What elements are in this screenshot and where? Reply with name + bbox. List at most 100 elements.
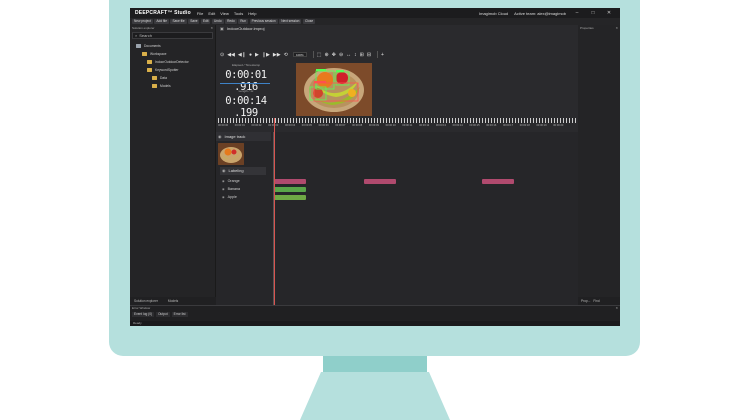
orange-label-segment[interactable] [364, 179, 396, 184]
stop-icon[interactable]: ● [249, 52, 252, 58]
panel-header: Properties ✕ [578, 25, 620, 31]
search-icon: ⌕ [135, 33, 138, 38]
file-tab-label: IndoorOutdoor.improj [226, 26, 265, 31]
folder-icon [136, 44, 141, 48]
folder-icon [142, 52, 147, 56]
tab-solution-explorer[interactable]: Solution explorer [134, 299, 158, 303]
move-icon[interactable]: ✥ [332, 52, 336, 58]
rewind-icon[interactable]: ◀◀ [227, 52, 235, 58]
file-icon: ▣ [220, 26, 224, 31]
previous-session-button[interactable]: Previous session [249, 19, 278, 24]
save-file-button[interactable]: Save file [170, 19, 187, 24]
redo-button[interactable]: Redo [225, 19, 237, 24]
tree-item[interactable]: Documents [130, 42, 215, 50]
ruler-label: 00:00:18 [519, 124, 530, 127]
add-track-icon[interactable]: + [381, 52, 384, 58]
video-preview[interactable] [296, 63, 372, 116]
step-forward-icon[interactable]: ❙▶ [262, 52, 270, 58]
tab-output[interactable]: Output [156, 312, 170, 317]
menu-tools[interactable]: Tools [234, 11, 243, 16]
playhead[interactable] [274, 118, 275, 305]
run-button[interactable]: Run [238, 19, 249, 24]
label-row-orange[interactable]: ◉ Orange [222, 178, 240, 185]
properties-panel: Properties ✕ Prop... Find [578, 25, 620, 305]
status-bar: Ready [130, 321, 620, 326]
eye-icon[interactable]: ◉ [222, 194, 225, 201]
label-row-banana[interactable]: ◉ Banana [222, 186, 240, 193]
eye-icon[interactable]: ◉ [218, 132, 222, 141]
menu-edit[interactable]: Edit [208, 11, 215, 16]
add-file-button[interactable]: Add file [154, 19, 169, 24]
maximize-button[interactable]: □ [588, 10, 598, 16]
ruler-label: 00:00:14 [452, 124, 463, 127]
ruler-label: 00:00:19 [536, 124, 547, 127]
eye-icon[interactable]: ◉ [222, 167, 226, 175]
app-window: DEEPCRAFT™ Studio File Edit View Tools H… [130, 8, 620, 326]
panel-title: Solution explorer [132, 26, 155, 30]
tree-item[interactable]: Data [130, 74, 215, 82]
zoom-field[interactable]: 100% [292, 52, 307, 57]
ruler-label: 00:00:02 [251, 124, 262, 127]
zoom-in-icon[interactable]: ⊕ [325, 52, 329, 58]
menu-help[interactable]: Help [248, 11, 256, 16]
step-back-icon[interactable]: ◀❙ [238, 52, 246, 58]
labeling-track-header[interactable]: ◉ Labeling [220, 167, 266, 175]
close-icon[interactable]: ✕ [615, 25, 618, 31]
eye-icon[interactable]: ◉ [222, 178, 225, 185]
tree-item-label: IndoorOutdoorDetector [155, 60, 189, 64]
ruler-label: 00:00:17 [502, 124, 514, 127]
tab-find[interactable]: Find [593, 299, 599, 303]
next-session-button[interactable]: Next session [279, 19, 302, 24]
zoom-out-icon[interactable]: ⊖ [339, 52, 343, 58]
timeline-ruler[interactable]: 00:00:0000:00:0100:00:0200:00:0300:00:04… [216, 118, 578, 132]
ruler-label: 00:00:04 [285, 124, 296, 127]
edit-button[interactable]: Edit [200, 19, 211, 24]
folder-icon [152, 84, 157, 88]
minimize-button[interactable]: – [572, 10, 582, 16]
menu-view[interactable]: View [220, 11, 229, 16]
close-window-button[interactable]: ✕ [604, 10, 614, 16]
fast-forward-icon[interactable]: ▶▶ [273, 52, 281, 58]
banana-label-segment[interactable] [274, 187, 306, 192]
label-name: Banana [227, 187, 241, 191]
ruler-label: 00:00:13 [435, 124, 446, 127]
apple-label-segment[interactable] [274, 195, 306, 200]
length-timecode: 0:00:14 .199 [225, 95, 267, 119]
play-icon[interactable]: ▶ [255, 52, 259, 58]
menu-file[interactable]: File [197, 11, 203, 16]
tree-item[interactable]: KeywordSpotter [130, 66, 215, 74]
tab-models[interactable]: Models [168, 299, 178, 303]
orange-label-segment[interactable] [274, 179, 306, 184]
tab-properties[interactable]: Prop... [581, 299, 590, 303]
file-tab[interactable]: ▣ IndoorOutdoor.improj [216, 25, 578, 33]
orange-label-segment[interactable] [482, 179, 514, 184]
ruler-ticks [218, 118, 576, 123]
close-button[interactable]: Close [302, 19, 316, 24]
tree-item[interactable]: IndoorOutdoorDetector [130, 58, 215, 66]
ruler-label: 00:00:15 [469, 124, 480, 127]
undo-button[interactable]: Undo [211, 19, 224, 24]
close-icon[interactable]: ✕ [615, 306, 618, 311]
eye-icon[interactable]: ◉ [222, 186, 225, 193]
image-track-header[interactable]: ◉ Image track [216, 132, 271, 141]
label-row-apple[interactable]: ◉ Apple [222, 194, 237, 201]
tab-event-log[interactable]: Event log (0) [132, 312, 155, 317]
fit-horizontal-icon[interactable]: ↔ [346, 52, 351, 58]
save-button[interactable]: Save [188, 19, 200, 24]
tab-error-list[interactable]: Error list [171, 312, 188, 317]
cloud-link[interactable]: Imagimob Cloud [479, 11, 508, 16]
active-team[interactable]: Active team: alex@imagimob [514, 11, 566, 16]
close-icon[interactable]: ✕ [210, 25, 213, 31]
tree-item-label: Models [160, 84, 171, 88]
new-project-button[interactable]: New project [132, 19, 153, 24]
fit-vertical-icon[interactable]: ↕ [354, 52, 357, 58]
ruler-label: 00:00:07 [335, 124, 346, 127]
split-icon[interactable]: ⊞ [360, 52, 364, 58]
tree-item[interactable]: Workspace [130, 50, 215, 58]
loop-icon[interactable]: ⟲ [284, 52, 288, 58]
layout-icon[interactable]: ⊟ [367, 52, 371, 58]
search-input[interactable]: ⌕ Search [132, 32, 213, 39]
record-icon[interactable]: ⊙ [220, 52, 224, 58]
tree-item[interactable]: Models [130, 82, 215, 90]
select-icon[interactable]: ⬚ [317, 52, 322, 58]
